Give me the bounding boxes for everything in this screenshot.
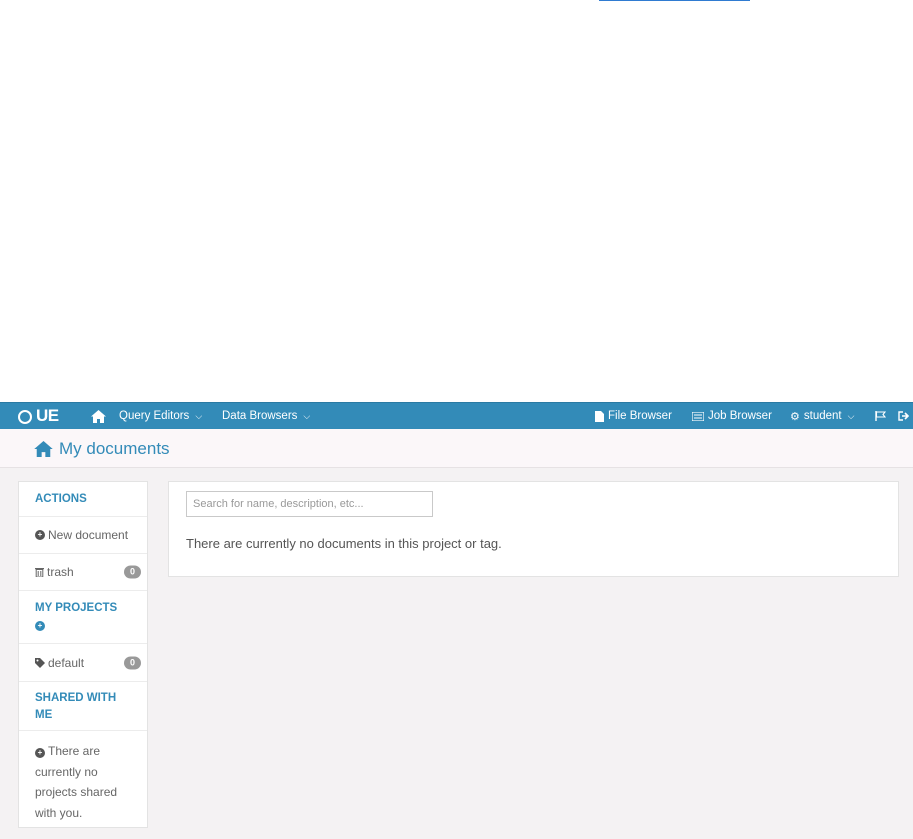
query-editors-menu[interactable]: Query Editors ⌵ (119, 403, 202, 429)
top-link-underline (599, 0, 750, 1)
sign-out-icon (898, 411, 909, 421)
add-project-icon[interactable]: + (35, 621, 45, 631)
query-editors-label: Query Editors (119, 410, 190, 422)
shared-with-me-header: SHARED WITH ME (19, 682, 147, 731)
sidebar: ACTIONS + New document trash 0 MY PROJEC… (18, 481, 148, 828)
shared-empty-text: There are currently no projects shared w… (35, 744, 118, 820)
hue-logo[interactable]: UE (18, 403, 59, 429)
page-title: My documents (34, 439, 170, 459)
flag-link[interactable] (875, 403, 886, 429)
job-browser-link[interactable]: Job Browser (692, 403, 772, 429)
trash-label: trash (47, 565, 74, 579)
search-input[interactable] (186, 491, 433, 517)
home-icon (91, 409, 106, 423)
project-default-count-badge: 0 (123, 656, 141, 669)
file-icon (595, 410, 604, 422)
documents-panel: There are currently no documents in this… (168, 481, 899, 577)
trash-icon (35, 567, 44, 577)
file-browser-link[interactable]: File Browser (595, 403, 672, 429)
new-document-label: New document (48, 528, 129, 542)
actions-header: ACTIONS (19, 482, 147, 517)
chevron-down-icon: ⌵ (303, 410, 311, 421)
plus-circle-icon: + (35, 748, 45, 758)
job-browser-label: Job Browser (708, 410, 772, 422)
data-browsers-label: Data Browsers (222, 410, 298, 422)
page-title-text: My documents (59, 439, 170, 458)
trash-item[interactable]: trash 0 (19, 554, 147, 591)
chevron-down-icon: ⌵ (847, 410, 855, 421)
username-label: student (803, 410, 842, 422)
home-icon (34, 441, 53, 457)
page-header: My documents (0, 429, 913, 468)
project-default-label: default (48, 655, 85, 670)
main-content: ACTIONS + New document trash 0 MY PROJEC… (0, 468, 913, 839)
logout-link[interactable] (898, 403, 909, 429)
plus-circle-icon: + (35, 530, 45, 540)
logo-ring-icon (18, 410, 32, 424)
new-document-button[interactable]: + New document (19, 517, 147, 554)
list-icon (692, 411, 704, 421)
top-navbar: UE Query Editors ⌵ Data Browsers ⌵ File … (0, 402, 913, 429)
tag-icon (35, 657, 45, 668)
flag-icon (875, 411, 886, 421)
data-browsers-menu[interactable]: Data Browsers ⌵ (222, 403, 310, 429)
my-projects-header: MY PROJECTS + (19, 591, 147, 644)
user-menu[interactable]: ⚙ student ⌵ (790, 403, 854, 429)
shared-empty-message: + There are currently no projects shared … (19, 731, 147, 823)
chevron-down-icon: ⌵ (195, 410, 203, 421)
home-nav-button[interactable] (91, 403, 106, 429)
empty-documents-message: There are currently no documents in this… (186, 536, 502, 551)
my-projects-label: MY PROJECTS (35, 602, 118, 614)
trash-count-badge: 0 (123, 565, 141, 579)
logo-text: UE (36, 406, 59, 425)
file-browser-label: File Browser (608, 410, 672, 422)
gears-icon: ⚙ (790, 410, 800, 423)
project-item-default[interactable]: default 0 (19, 644, 147, 682)
